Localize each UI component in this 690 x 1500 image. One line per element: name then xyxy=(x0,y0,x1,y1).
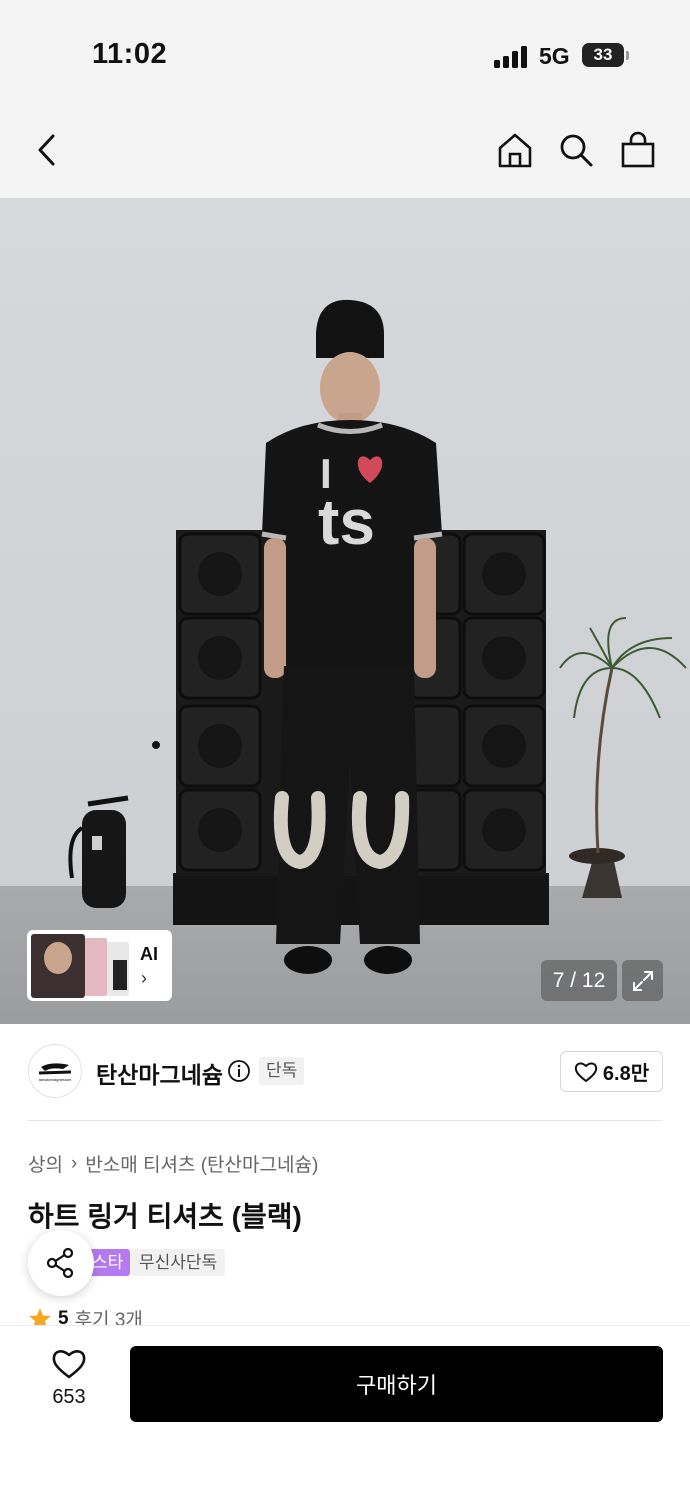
home-button[interactable] xyxy=(493,128,537,172)
status-time: 11:02 xyxy=(92,38,168,70)
signal-icon xyxy=(494,44,530,68)
expand-icon xyxy=(632,970,653,991)
buy-button[interactable]: 구매하기 xyxy=(130,1346,663,1422)
share-button[interactable] xyxy=(28,1230,94,1296)
share-icon xyxy=(46,1247,74,1279)
chevron-right-icon: › xyxy=(141,968,147,988)
breadcrumb-subcategory[interactable]: 반소매 티셔츠 (탄산마그네슘) xyxy=(85,1150,318,1177)
shopping-bag-icon xyxy=(621,131,655,168)
expand-button[interactable] xyxy=(622,960,663,1001)
product-title: 하트 링거 티셔츠 (블랙) xyxy=(28,1201,302,1232)
ai-recommend-thumbnail[interactable]: AI › xyxy=(27,930,172,1001)
home-icon xyxy=(498,133,532,168)
brand-logo[interactable]: tansanmagnesium xyxy=(28,1044,82,1098)
shirt-print-bottom: ts xyxy=(318,486,375,558)
product-photo: I ts xyxy=(0,198,690,1024)
ai-label: AI xyxy=(140,944,158,964)
search-button[interactable] xyxy=(554,128,598,172)
bottom-bar: 653 구매하기 xyxy=(0,1325,690,1500)
ai-thumbnail-images xyxy=(31,934,129,998)
search-icon xyxy=(560,134,593,167)
divider xyxy=(28,1120,662,1121)
wishlist-button[interactable]: 653 xyxy=(34,1348,104,1418)
breadcrumb: 상의 › 반소매 티셔츠 (탄산마그네슘) xyxy=(28,1150,318,1177)
battery-icon: 33 xyxy=(582,43,624,67)
info-icon[interactable] xyxy=(227,1059,251,1083)
wishlist-count: 653 xyxy=(52,1386,86,1408)
status-bar: 11:02 5G 33 xyxy=(0,0,690,100)
musinsa-exclusive-badge: 무신사단독 xyxy=(131,1249,226,1276)
breadcrumb-separator: › xyxy=(70,1152,78,1174)
brand-logo-mark: tansanmagnesium xyxy=(39,1063,72,1082)
chevron-left-icon xyxy=(38,134,55,166)
breadcrumb-category[interactable]: 상의 xyxy=(28,1150,63,1177)
brand-like-button[interactable]: 6.8만 xyxy=(560,1051,663,1092)
image-counter: 7 / 12 xyxy=(541,960,617,1001)
product-image[interactable]: I ts AI › 7 / 12 xyxy=(0,198,690,1024)
brand-name[interactable]: 탄산마그네슘 xyxy=(96,1056,223,1090)
heart-icon xyxy=(574,1062,598,1082)
brand-logo-caption: tansanmagnesium xyxy=(39,1077,72,1082)
cart-button[interactable] xyxy=(616,128,660,172)
exclusive-badge: 단독 xyxy=(259,1057,305,1085)
network-label: 5G xyxy=(539,43,570,69)
battery-tip xyxy=(626,51,629,60)
back-button[interactable] xyxy=(26,128,70,172)
nav-bar xyxy=(0,100,690,198)
brand-like-count: 6.8만 xyxy=(602,1063,650,1085)
heart-icon xyxy=(52,1350,86,1379)
